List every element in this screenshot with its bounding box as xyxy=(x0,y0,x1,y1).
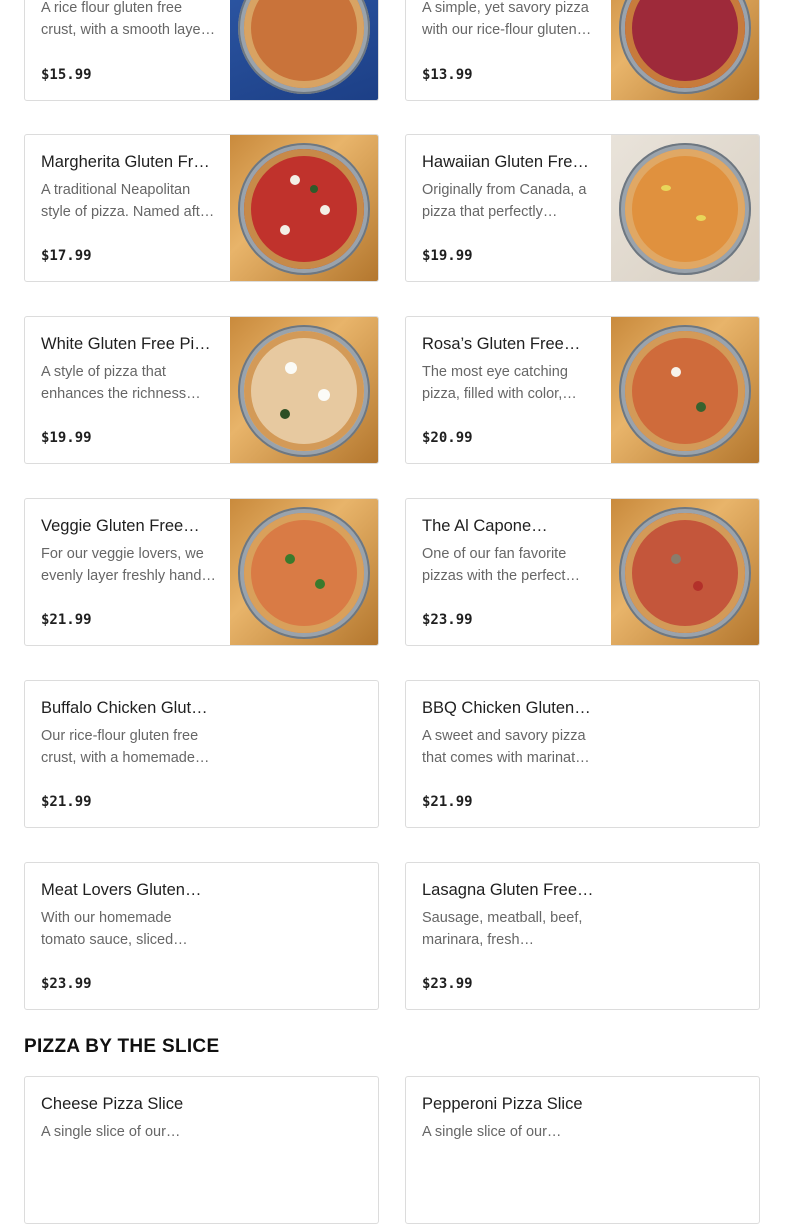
item-name: Margherita Gluten Fr… xyxy=(41,153,210,171)
item-name: Lasagna Gluten Free… xyxy=(422,881,594,899)
item-price: $13.99 xyxy=(422,67,473,83)
item-price: $15.99 xyxy=(41,67,92,83)
pizza-photo xyxy=(230,135,378,281)
item-description: A style of pizza that enhances the richn… xyxy=(41,364,187,402)
item-price: $21.99 xyxy=(41,794,92,810)
menu-item-card[interactable]: Meat Lovers Gluten… With our homemade to… xyxy=(24,862,379,1010)
pizza-photo xyxy=(230,499,378,645)
menu-item-card[interactable]: Veggie Gluten Free… For our veggie lover… xyxy=(24,498,379,646)
menu-item-card[interactable]: Cheese Pizza Slice A single slice of our… xyxy=(24,1076,379,1224)
item-description: A rice flour gluten free crust, with a s… xyxy=(41,0,216,38)
menu-item-card[interactable]: BBQ Chicken Gluten… A sweet and savory p… xyxy=(405,680,760,828)
menu-item-card[interactable]: Pepperoni Pizza Slice A single slice of … xyxy=(405,1076,760,1224)
pizza-photo xyxy=(611,0,759,100)
item-price: $23.99 xyxy=(41,976,92,992)
menu-item-card[interactable]: White Gluten Free Pizza A style of pizza… xyxy=(24,316,379,464)
section-heading: PIZZA BY THE SLICE xyxy=(24,1036,220,1057)
item-name: BBQ Chicken Gluten… xyxy=(422,699,591,717)
pizza-photo xyxy=(611,317,759,463)
item-description: One of our fan favorite pizzas with the … xyxy=(422,546,567,584)
pizza-photo xyxy=(611,499,759,645)
menu-item-card[interactable]: Margherita Gluten Fr… A traditional Neap… xyxy=(24,134,379,282)
pizza-photo xyxy=(230,317,378,463)
item-price: $21.99 xyxy=(422,794,473,810)
item-description: Our rice-flour gluten free crust, with a… xyxy=(41,728,210,766)
item-description: A traditional Neapolitan style of pizza.… xyxy=(41,182,215,220)
menu-item-card[interactable]: Buffalo Chicken Glut… Our rice-flour glu… xyxy=(24,680,379,828)
menu-item-card[interactable]: A simple, yet savory pizza with our rice… xyxy=(405,0,760,101)
item-name: Cheese Pizza Slice xyxy=(41,1095,184,1113)
item-price: $19.99 xyxy=(41,430,92,446)
item-description: The most eye catching pizza, filled with… xyxy=(422,364,577,402)
item-description: A sweet and savory pizza that comes with… xyxy=(422,728,590,766)
item-description: A single slice of our… xyxy=(422,1124,562,1140)
item-description: With our homemade tomato sauce, sliced… xyxy=(41,910,188,948)
item-description: A simple, yet savory pizza with our rice… xyxy=(422,0,592,38)
item-name: Veggie Gluten Free… xyxy=(41,517,200,535)
menu-item-card[interactable]: A rice flour gluten free crust, with a s… xyxy=(24,0,379,101)
item-name: Buffalo Chicken Glut… xyxy=(41,699,208,717)
item-name: Rosa’s Gluten Free… xyxy=(422,335,581,353)
item-price: $23.99 xyxy=(422,976,473,992)
pizza-photo xyxy=(230,0,378,100)
item-description: A single slice of our… xyxy=(41,1124,181,1140)
item-name: Hawaiian Gluten Free… xyxy=(422,153,597,171)
item-name: Meat Lovers Gluten… xyxy=(41,881,202,899)
menu-item-card[interactable]: Rosa’s Gluten Free… The most eye catchin… xyxy=(405,316,760,464)
item-description: For our veggie lovers, we evenly layer f… xyxy=(41,546,216,584)
pizza-photo xyxy=(611,135,759,281)
menu-item-card[interactable]: The Al Capone… One of our fan favorite p… xyxy=(405,498,760,646)
item-description: Sausage, meatball, beef, marinara, fresh… xyxy=(422,910,583,948)
item-name: White Gluten Free Pizza xyxy=(41,335,216,353)
item-price: $23.99 xyxy=(422,612,473,628)
item-price: $21.99 xyxy=(41,612,92,628)
menu-item-card[interactable]: Lasagna Gluten Free… Sausage, meatball, … xyxy=(405,862,760,1010)
menu-item-card[interactable]: Hawaiian Gluten Free… Originally from Ca… xyxy=(405,134,760,282)
item-description: Originally from Canada, a pizza that per… xyxy=(422,182,587,220)
item-price: $17.99 xyxy=(41,248,92,264)
item-name: The Al Capone… xyxy=(422,517,548,535)
item-price: $19.99 xyxy=(422,248,473,264)
item-price: $20.99 xyxy=(422,430,473,446)
item-name: Pepperoni Pizza Slice xyxy=(422,1095,583,1113)
